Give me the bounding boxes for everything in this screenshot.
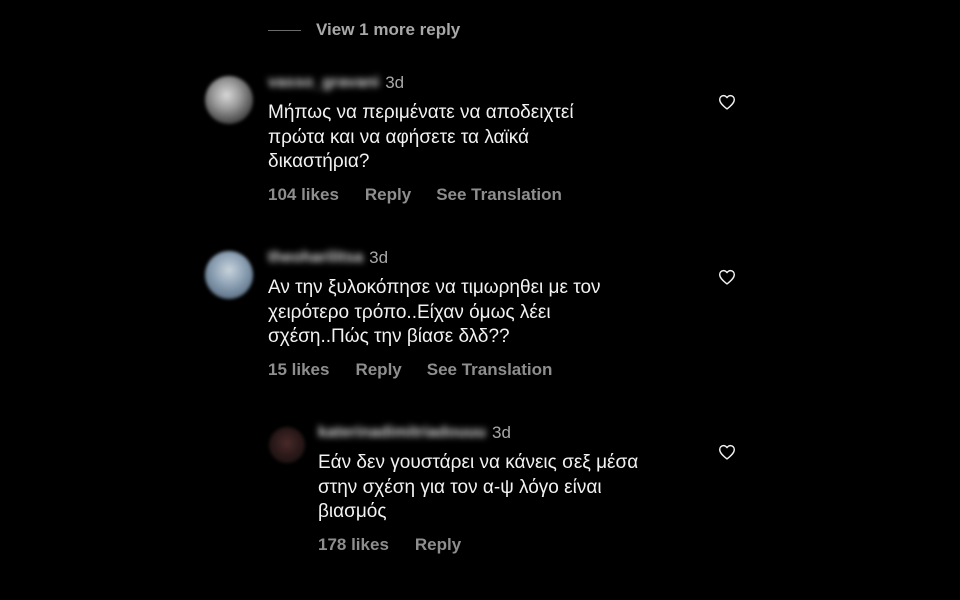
heart-outline-icon[interactable]: [718, 94, 736, 110]
comment-header: theoharilitsa 3d: [268, 248, 388, 268]
avatar[interactable]: [269, 427, 305, 463]
comment-header: katerinadimitriadouuu 3d: [318, 423, 511, 443]
comment-header: vasso_gravani 3d: [268, 73, 404, 93]
timestamp[interactable]: 3d: [492, 423, 511, 443]
comment-actions: 178 likes Reply: [318, 535, 461, 555]
likes-count[interactable]: 104 likes: [268, 185, 339, 205]
comment-text-line: βιασμός: [318, 501, 387, 522]
likes-count[interactable]: 178 likes: [318, 535, 389, 555]
view-more-replies-button[interactable]: View 1 more reply: [268, 18, 460, 42]
avatar[interactable]: [205, 76, 253, 124]
username[interactable]: vasso_gravani: [268, 74, 379, 92]
see-translation-button[interactable]: See Translation: [436, 185, 562, 205]
heart-outline-icon[interactable]: [718, 269, 736, 285]
comment-text-line: σχέση..Πώς την βίασε δλδ??: [268, 326, 510, 347]
comment-text-line: στην σχέση για τον α-ψ λόγο είναι: [318, 476, 602, 498]
comment-text-line: χειρότερο τρόπο..Είχαν όμως λέει: [268, 301, 551, 323]
comment-actions: 104 likes Reply See Translation: [268, 185, 562, 205]
view-more-replies-label: View 1 more reply: [316, 20, 461, 39]
see-translation-button[interactable]: See Translation: [427, 360, 553, 380]
comment-text-line: πρώτα και να αφήσετε τα λαϊκά: [268, 126, 529, 148]
heart-outline-icon[interactable]: [718, 444, 736, 460]
comment-text-line: Αν την ξυλοκόπησε να τιμωρηθει με τον: [268, 277, 601, 298]
likes-count[interactable]: 15 likes: [268, 360, 329, 380]
comment-text-line: δικαστήρια?: [268, 151, 370, 172]
timestamp[interactable]: 3d: [385, 73, 404, 93]
username[interactable]: katerinadimitriadouuu: [318, 424, 486, 442]
reply-button[interactable]: Reply: [415, 535, 461, 555]
comment-text-line: Μήπως να περιμένατε να αποδειχτεί: [268, 102, 574, 123]
comment-text: Μήπως να περιμένατε να αποδειχτεί πρώτα …: [268, 101, 574, 175]
reply-button[interactable]: Reply: [355, 360, 401, 380]
avatar[interactable]: [205, 251, 253, 299]
username[interactable]: theoharilitsa: [268, 249, 363, 267]
comment-text: Αν την ξυλοκόπησε να τιμωρηθει με τον χε…: [268, 276, 601, 350]
reply-button[interactable]: Reply: [365, 185, 411, 205]
comment-text: Εάν δεν γουστάρει να κάνεις σεξ μέσα στη…: [318, 451, 638, 525]
timestamp[interactable]: 3d: [369, 248, 388, 268]
comment-text-line: Εάν δεν γουστάρει να κάνεις σεξ μέσα: [318, 452, 639, 473]
thread-line-divider: [268, 29, 301, 31]
comment-actions: 15 likes Reply See Translation: [268, 360, 552, 380]
